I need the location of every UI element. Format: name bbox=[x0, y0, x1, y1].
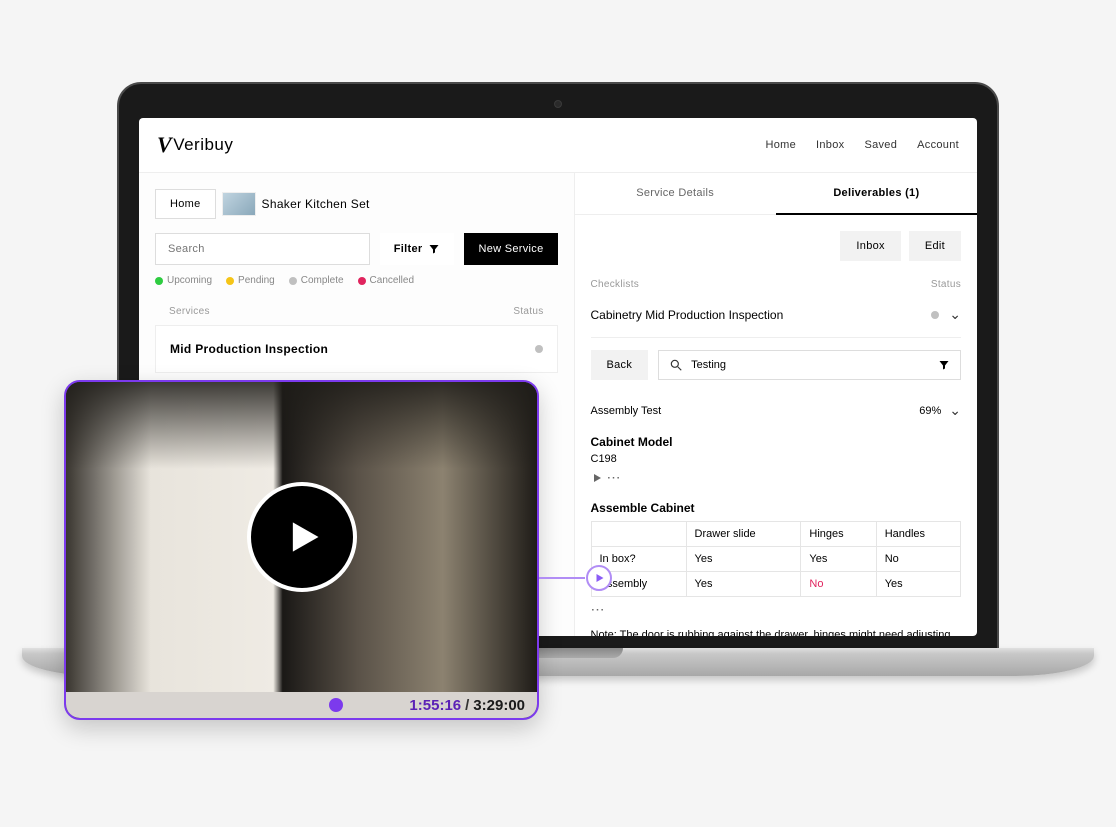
play-audio-button[interactable]: ⋯ bbox=[591, 469, 621, 486]
th-hinges: Hinges bbox=[801, 521, 876, 546]
assembly-test-label: Assembly Test bbox=[591, 405, 662, 417]
checklist-title: Cabinetry Mid Production Inspection bbox=[591, 308, 784, 322]
td-value: Yes bbox=[876, 571, 960, 596]
scrubber-handle[interactable] bbox=[329, 698, 343, 712]
status-dot-icon bbox=[931, 311, 939, 319]
section-status-label: Status bbox=[931, 279, 961, 290]
td-value: Yes bbox=[686, 571, 801, 596]
brand-logo[interactable]: VVeribuy bbox=[157, 132, 233, 158]
assembly-test-row[interactable]: Assembly Test 69% ⌄ bbox=[591, 392, 962, 429]
more-button[interactable]: ⋯ bbox=[591, 601, 605, 618]
video-preview-overlay: 1:55:16 / 3:29:00 bbox=[64, 380, 539, 720]
callout-connector-line bbox=[539, 577, 585, 579]
dot-icon bbox=[358, 277, 366, 285]
right-pane: Service Details Deliverables (1) Inbox E… bbox=[575, 173, 978, 636]
inbox-button[interactable]: Inbox bbox=[840, 231, 900, 261]
section-checklists-label: Checklists bbox=[591, 279, 640, 290]
services-list-header: Services Status bbox=[155, 298, 558, 325]
assemble-cabinet-label: Assemble Cabinet bbox=[591, 501, 962, 515]
td-value: Yes bbox=[686, 546, 801, 571]
assembly-test-pct: 69% bbox=[919, 405, 941, 417]
checklist-filter-box[interactable] bbox=[658, 350, 961, 380]
search-toolbar: Filter New Service bbox=[155, 233, 558, 265]
tab-deliverables[interactable]: Deliverables (1) bbox=[776, 173, 977, 215]
legend-upcoming: Upcoming bbox=[155, 275, 212, 286]
inspection-note: Note: The door is rubbing against the dr… bbox=[591, 629, 962, 637]
nav-saved[interactable]: Saved bbox=[864, 139, 897, 151]
assembly-table: Drawer slide Hinges Handles In box? Yes … bbox=[591, 521, 962, 597]
col-status: Status bbox=[513, 306, 543, 317]
dot-icon bbox=[226, 277, 234, 285]
play-button[interactable] bbox=[247, 482, 357, 592]
more-icon[interactable]: ⋯ bbox=[607, 469, 621, 486]
nav-inbox[interactable]: Inbox bbox=[816, 139, 844, 151]
legend-cancelled: Cancelled bbox=[358, 275, 414, 286]
filter-button[interactable]: Filter bbox=[380, 233, 455, 265]
td-value-no: No bbox=[801, 571, 876, 596]
th-handles: Handles bbox=[876, 521, 960, 546]
camera-dot bbox=[554, 100, 562, 108]
service-row-title: Mid Production Inspection bbox=[170, 342, 328, 356]
nav-home[interactable]: Home bbox=[765, 139, 796, 151]
table-row: In box? Yes Yes No bbox=[591, 546, 961, 571]
search-input[interactable] bbox=[155, 233, 370, 265]
table-row: Drawer slide Hinges Handles bbox=[591, 521, 961, 546]
status-legend: Upcoming Pending Complete Cancelled bbox=[155, 275, 558, 286]
breadcrumb: Home Shaker Kitchen Set bbox=[155, 189, 558, 219]
app-header: VVeribuy Home Inbox Saved Account bbox=[139, 118, 977, 173]
brand-text: Veribuy bbox=[173, 135, 233, 155]
funnel-icon[interactable] bbox=[938, 359, 950, 371]
chevron-down-icon[interactable]: ⌄ bbox=[949, 402, 961, 419]
detail-actions: Inbox Edit bbox=[591, 231, 962, 261]
legend-pending: Pending bbox=[226, 275, 275, 286]
time-current: 1:55:16 bbox=[409, 697, 461, 714]
video-frame[interactable] bbox=[66, 382, 537, 692]
table-row: Assembly Yes No Yes bbox=[591, 571, 961, 596]
play-icon bbox=[280, 515, 324, 559]
play-icon bbox=[593, 572, 605, 584]
legend-complete: Complete bbox=[289, 275, 344, 286]
col-services: Services bbox=[169, 306, 210, 317]
search-icon bbox=[669, 358, 683, 372]
top-nav: Home Inbox Saved Account bbox=[765, 139, 959, 151]
tab-service-details[interactable]: Service Details bbox=[575, 173, 776, 215]
product-thumbnail bbox=[222, 192, 256, 216]
play-icon bbox=[591, 472, 603, 484]
logo-mark: V bbox=[157, 132, 172, 158]
nav-account[interactable]: Account bbox=[917, 139, 959, 151]
dot-icon bbox=[155, 277, 163, 285]
back-button[interactable]: Back bbox=[591, 350, 649, 380]
cabinet-model-value: C198 bbox=[591, 453, 962, 465]
th-drawer: Drawer slide bbox=[686, 521, 801, 546]
status-dot-icon bbox=[535, 345, 543, 353]
right-pane-body: Inbox Edit Checklists Status Cabinetry M… bbox=[575, 215, 978, 636]
breadcrumb-product: Shaker Kitchen Set bbox=[262, 197, 370, 211]
checklist-filter-input[interactable] bbox=[691, 351, 930, 379]
back-search-row: Back bbox=[591, 350, 962, 380]
time-total: 3:29:00 bbox=[473, 697, 525, 714]
filter-label: Filter bbox=[394, 243, 423, 255]
callout-marker bbox=[586, 565, 612, 591]
chevron-down-icon[interactable]: ⌄ bbox=[949, 306, 961, 323]
breadcrumb-home-button[interactable]: Home bbox=[155, 189, 216, 219]
time-separator: / bbox=[465, 697, 469, 714]
section-header: Checklists Status bbox=[591, 279, 962, 290]
funnel-icon bbox=[428, 243, 440, 255]
video-timeline[interactable]: 1:55:16 / 3:29:00 bbox=[66, 692, 537, 718]
detail-tabs: Service Details Deliverables (1) bbox=[575, 173, 978, 215]
edit-button[interactable]: Edit bbox=[909, 231, 961, 261]
service-row[interactable]: Mid Production Inspection bbox=[155, 325, 558, 373]
checklist-title-row[interactable]: Cabinetry Mid Production Inspection ⌄ bbox=[591, 298, 962, 338]
dot-icon bbox=[289, 277, 297, 285]
new-service-button[interactable]: New Service bbox=[464, 233, 557, 265]
cabinet-model-label: Cabinet Model bbox=[591, 435, 962, 449]
td-value: Yes bbox=[801, 546, 876, 571]
td-value: No bbox=[876, 546, 960, 571]
